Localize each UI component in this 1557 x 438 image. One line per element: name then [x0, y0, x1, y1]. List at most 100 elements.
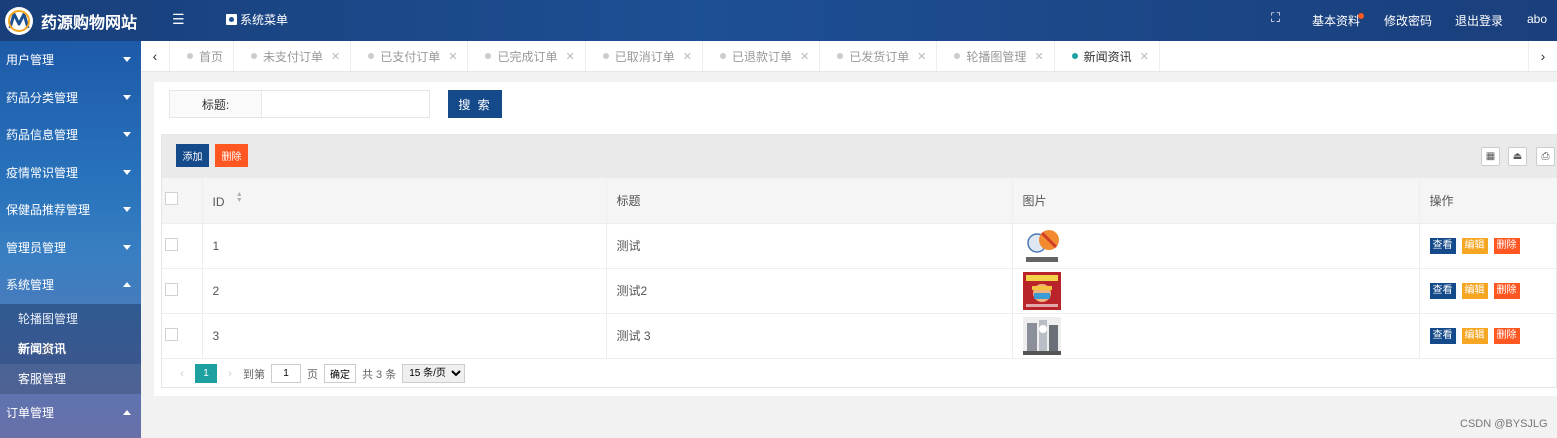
- sidebar-item-label: 保健品推荐管理: [6, 203, 91, 218]
- chevron-up-icon: [123, 409, 131, 415]
- tab-unpaid-orders[interactable]: 未支付订单 ✕: [234, 41, 352, 71]
- notification-dot: [1358, 13, 1364, 19]
- site-logo[interactable]: 药源购物网站: [0, 0, 141, 41]
- tab-cancelled-orders[interactable]: 已取消订单 ✕: [586, 41, 703, 71]
- next-page-icon[interactable]: ›: [223, 368, 237, 380]
- close-icon[interactable]: ✕: [1140, 50, 1149, 63]
- edit-button[interactable]: 编辑: [1461, 238, 1488, 254]
- close-icon[interactable]: ✕: [566, 50, 575, 63]
- news-thumbnail[interactable]: [1022, 271, 1061, 310]
- search-label: 标题:: [170, 91, 262, 117]
- sidebar-item-users[interactable]: 用户管理: [0, 41, 141, 79]
- row-select-cell: [162, 313, 203, 359]
- row-checkbox[interactable]: [165, 282, 178, 296]
- search-button[interactable]: 搜 索: [448, 90, 502, 118]
- select-all-checkbox[interactable]: [165, 192, 178, 206]
- document-icon: [226, 14, 237, 25]
- view-button[interactable]: 查看: [1429, 238, 1456, 254]
- sidebar-item-drug-categories[interactable]: 药品分类管理: [0, 79, 141, 117]
- tab-label: 未支付订单: [263, 49, 324, 64]
- news-thumbnail[interactable]: [1022, 226, 1061, 265]
- sidebar-item-label: 疫情常识管理: [6, 165, 79, 180]
- tab-refunded-orders[interactable]: 已退款订单 ✕: [703, 41, 821, 71]
- fullscreen-icon[interactable]: ⛶: [1271, 10, 1280, 26]
- sidebar-item-admins[interactable]: 管理员管理: [0, 229, 141, 267]
- tab-scroll-left-icon[interactable]: ‹: [141, 41, 170, 71]
- row-delete-button[interactable]: 删除: [1493, 238, 1520, 254]
- search-input[interactable]: [262, 91, 429, 117]
- column-header-id[interactable]: ID ▲ ▼: [202, 178, 607, 224]
- sidebar-subitem-carousel[interactable]: 轮播图管理: [0, 304, 141, 334]
- logout-link[interactable]: 退出登录: [1455, 12, 1503, 29]
- tab-shipped-orders[interactable]: 已发货订单 ✕: [820, 41, 938, 71]
- sidebar-item-label: 药品信息管理: [6, 128, 79, 143]
- export-icon[interactable]: ⏏: [1508, 147, 1527, 166]
- cell-title: 测试 3: [606, 313, 1013, 359]
- tab-dot-icon: [602, 53, 609, 59]
- tab-paid-orders[interactable]: 已支付订单 ✕: [351, 41, 469, 71]
- chevron-up-icon: [123, 282, 131, 288]
- tab-home[interactable]: 首页: [170, 41, 235, 71]
- system-menu-label: 系统菜单: [240, 13, 289, 27]
- table-header-row: ID ▲ ▼ 标题 图片 操作: [162, 178, 1557, 224]
- tab-dot-icon: [187, 53, 193, 59]
- sidebar-item-orders[interactable]: 订单管理: [0, 394, 141, 432]
- row-checkbox[interactable]: [165, 327, 178, 341]
- row-checkbox[interactable]: [165, 237, 178, 251]
- goto-page-input[interactable]: [271, 364, 301, 383]
- tab-scroll-right-icon[interactable]: ›: [1528, 41, 1557, 71]
- tab-completed-orders[interactable]: 已完成订单 ✕: [468, 41, 586, 71]
- current-page-button[interactable]: 1: [195, 364, 217, 383]
- tab-label: 轮播图管理: [966, 49, 1027, 64]
- sort-icon[interactable]: ▲ ▼: [236, 191, 243, 204]
- news-table: ID ▲ ▼ 标题 图片 操作 1 测试 查看 编辑 删除 2 测试2 查看 编…: [162, 178, 1557, 359]
- row-delete-button[interactable]: 删除: [1493, 328, 1520, 344]
- tab-news[interactable]: 新闻资讯 ✕: [1055, 41, 1160, 71]
- delete-button[interactable]: 删除: [215, 144, 248, 167]
- menu-toggle-icon[interactable]: ☰: [172, 11, 188, 29]
- close-icon[interactable]: ✕: [800, 50, 809, 63]
- sidebar-item-drug-info[interactable]: 药品信息管理: [0, 116, 141, 154]
- close-icon[interactable]: ✕: [683, 50, 692, 63]
- close-icon[interactable]: ✕: [917, 50, 926, 63]
- table-row: 2 测试2 查看 编辑 删除: [162, 268, 1557, 314]
- print-icon[interactable]: ⎙: [1536, 147, 1555, 166]
- prev-page-icon[interactable]: ‹: [175, 368, 189, 380]
- tab-carousel[interactable]: 轮播图管理 ✕: [937, 41, 1055, 71]
- close-icon[interactable]: ✕: [1034, 50, 1043, 63]
- sidebar-item-epidemic-knowledge[interactable]: 疫情常识管理: [0, 154, 141, 192]
- hand-cursor-icon: ☝: [42, 342, 52, 359]
- chevron-down-icon: [123, 132, 131, 138]
- tab-label: 已完成订单: [497, 49, 558, 64]
- cell-actions: 查看 编辑 删除: [1419, 268, 1557, 314]
- view-button[interactable]: 查看: [1429, 283, 1456, 299]
- basic-info-link[interactable]: 基本资料: [1312, 12, 1360, 29]
- add-button[interactable]: 添加: [176, 144, 209, 167]
- sidebar-item-system[interactable]: 系统管理: [0, 266, 141, 304]
- tab-dot-icon: [837, 53, 844, 59]
- table-toolbar: 添加 删除 ▦ ⏏ ⎙: [162, 135, 1556, 178]
- column-label: ID: [212, 194, 225, 209]
- table-row: 3 测试 3 查看 编辑 删除: [162, 313, 1557, 359]
- sidebar-item-health-products[interactable]: 保健品推荐管理: [0, 191, 141, 229]
- row-delete-button[interactable]: 删除: [1493, 283, 1520, 299]
- tab-dot-icon: [719, 53, 726, 59]
- page-size-select[interactable]: 15 条/页: [402, 364, 466, 383]
- main-content: 标题: 搜 索 添加 删除 ▦ ⏏ ⎙ ID ▲ ▼ 标题 图片 操作 1 测试…: [154, 82, 1557, 396]
- news-thumbnail[interactable]: [1022, 316, 1061, 355]
- goto-confirm-button[interactable]: 确定: [324, 364, 356, 383]
- columns-filter-icon[interactable]: ▦: [1481, 147, 1500, 166]
- edit-button[interactable]: 编辑: [1461, 283, 1488, 299]
- close-icon[interactable]: ✕: [331, 50, 340, 63]
- view-button[interactable]: 查看: [1429, 328, 1456, 344]
- sidebar-subitem-customer-service[interactable]: 客服管理: [0, 363, 141, 394]
- close-icon[interactable]: ✕: [448, 50, 457, 63]
- edit-button[interactable]: 编辑: [1461, 328, 1488, 344]
- sidebar-subitem-news[interactable]: 新闻资讯: [0, 334, 141, 364]
- username-link[interactable]: abo: [1527, 12, 1547, 26]
- change-password-link[interactable]: 修改密码: [1384, 12, 1432, 29]
- sidebar-item-label: 系统管理: [6, 278, 55, 293]
- system-menu-button[interactable]: 系统菜单: [226, 11, 288, 28]
- column-header-title: 标题: [606, 178, 1013, 224]
- top-header: 药源购物网站 ☰ 系统菜单 ⛶ 基本资料 修改密码 退出登录 abo: [0, 0, 1557, 41]
